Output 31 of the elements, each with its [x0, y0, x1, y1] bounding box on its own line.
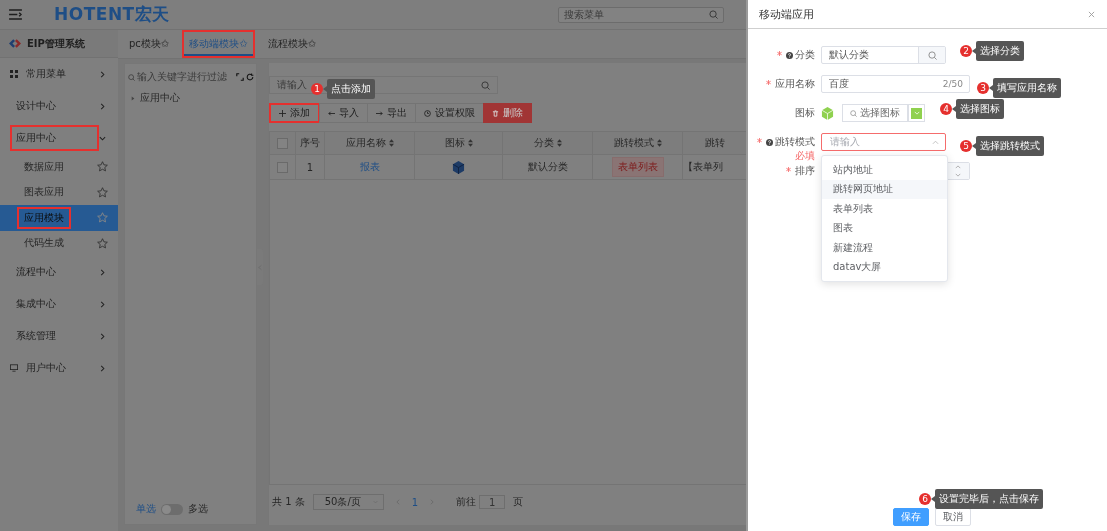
sidebar-group-label: 系统管理 [15, 329, 57, 343]
table-cell: 1 [296, 155, 325, 179]
error-message: 必填 [795, 151, 815, 161]
sidebar-group-label: 常用菜单 [25, 67, 67, 81]
page-unit: 页 [513, 495, 524, 509]
mode-tag: 表单列表 [611, 157, 664, 177]
system-name: EIP管理系统 [27, 36, 85, 51]
sidebar-item-label: 图表应用 [23, 185, 65, 200]
character-counter: 2/50 [942, 79, 964, 89]
single-select-label: 单选 [136, 502, 156, 516]
sidebar-group-label: 用户中心 [25, 361, 67, 375]
sidebar-group-label: 设计中心 [15, 99, 57, 113]
tree-node-label: 应用中心 [140, 91, 180, 105]
table-cell: 默认分类 [503, 155, 593, 179]
field-label: 图标 [795, 106, 815, 120]
field-label: 应用名称 [775, 77, 815, 91]
sidebar-item-label: 代码生成 [23, 236, 65, 251]
goto-label: 前往 [456, 495, 477, 509]
sidebar-item-label: 应用模块 [17, 206, 71, 229]
total-count: 共 1 条 [272, 495, 305, 509]
field-label: 排序 [795, 164, 815, 178]
multi-select-label: 多选 [188, 502, 208, 516]
logo: HOTENT宏天 [54, 3, 170, 26]
sidebar-group-label: 集成中心 [15, 297, 57, 311]
sidebar-item-label: 数据应用 [23, 159, 65, 174]
field-label: 分类 [795, 48, 815, 62]
drawer-title: 移动端应用 [759, 6, 814, 22]
sidebar-group-label: 流程中心 [15, 265, 57, 279]
sidebar-group-label: 应用中心 [10, 125, 99, 151]
table-cell-text: 【表单列 [683, 160, 724, 174]
field-label: 跳转模式 [775, 135, 815, 149]
